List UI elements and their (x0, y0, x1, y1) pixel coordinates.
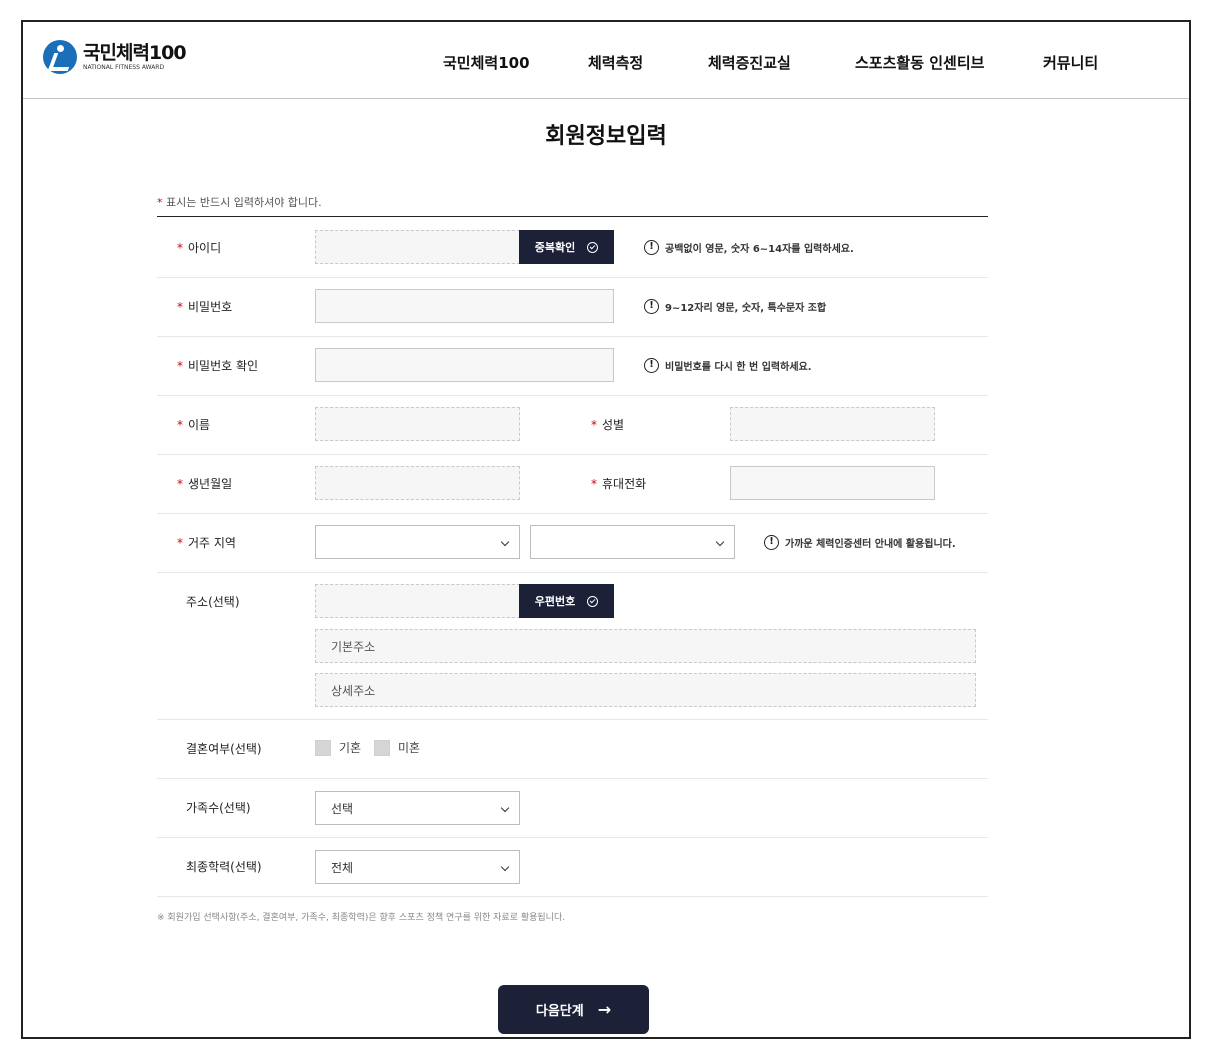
nav-item-class[interactable]: 체력증진교실 (708, 52, 791, 73)
check-circle-icon (587, 241, 599, 253)
row-divider (157, 336, 988, 337)
nav-item-incentive[interactable]: 스포츠활동 인센티브 (855, 52, 984, 73)
birth-input[interactable] (315, 466, 520, 500)
region-district-select[interactable] (530, 525, 735, 559)
phone-input[interactable] (730, 466, 935, 500)
region-hint: ! 가까운 체력인증센터 안내에 활용됩니다. (764, 535, 956, 550)
arrow-right-icon: → (597, 1000, 612, 1019)
id-input[interactable] (315, 230, 520, 264)
page-frame: 국민체력100 NATIONAL FITNESS AWARD 국민체력100 체… (21, 20, 1191, 1039)
logo-runner-icon (43, 40, 77, 74)
zipcode-input[interactable] (315, 584, 520, 618)
logo-text: 국민체력100 (83, 41, 187, 64)
password-confirm-label: * 비밀번호 확인 (177, 359, 259, 373)
base-address-input[interactable]: 기본주소 (315, 629, 976, 663)
region-city-select[interactable] (315, 525, 520, 559)
next-step-button[interactable]: 다음단계 → (498, 985, 649, 1034)
chevron-down-icon (715, 537, 725, 547)
page-title: 회원정보입력 (545, 124, 667, 149)
gender-label: * 성별 (591, 418, 625, 432)
address-label: 주소(선택) (186, 595, 240, 609)
form-top-border (157, 216, 988, 217)
required-note: * 표시는 반드시 입력하셔야 합니다. (157, 196, 322, 209)
row-divider (157, 395, 988, 396)
birth-label: * 생년월일 (177, 477, 233, 491)
alert-icon: ! (644, 240, 659, 255)
row-divider (157, 277, 988, 278)
id-hint: ! 공백없이 영문, 숫자 6~14자를 입력하세요. (644, 240, 854, 255)
row-divider (157, 454, 988, 455)
row-divider (157, 778, 988, 779)
nav-item-fitness100[interactable]: 국민체력100 (443, 52, 530, 73)
nav-item-measurement[interactable]: 체력측정 (588, 52, 643, 73)
detail-address-input[interactable]: 상세주소 (315, 673, 976, 707)
password-label: * 비밀번호 (177, 300, 233, 314)
alert-icon: ! (764, 535, 779, 550)
row-divider (157, 719, 988, 720)
nav-item-community[interactable]: 커뮤니티 (1043, 52, 1098, 73)
marriage-label: 결혼여부(선택) (186, 742, 262, 756)
row-divider (157, 572, 988, 573)
site-logo[interactable]: 국민체력100 NATIONAL FITNESS AWARD (43, 40, 187, 74)
family-select[interactable]: 선택 (315, 791, 520, 825)
gender-input[interactable] (730, 407, 935, 441)
zipcode-search-button[interactable]: 우편번호 (519, 584, 614, 618)
duplicate-check-button[interactable]: 중복확인 (519, 230, 614, 264)
id-label: * 아이디 (177, 241, 222, 255)
alert-icon: ! (644, 299, 659, 314)
education-select[interactable]: 전체 (315, 850, 520, 884)
password-confirm-input[interactable] (315, 348, 614, 382)
phone-label: * 휴대전화 (591, 477, 647, 491)
chevron-down-icon (500, 537, 510, 547)
password-confirm-hint: ! 비밀번호를 다시 한 번 입력하세요. (644, 358, 812, 373)
site-header: 국민체력100 NATIONAL FITNESS AWARD 국민체력100 체… (23, 22, 1189, 99)
chevron-down-icon (500, 803, 510, 813)
row-divider (157, 896, 988, 897)
checkbox[interactable] (374, 739, 390, 756)
name-input[interactable] (315, 407, 520, 441)
logo-subtext: NATIONAL FITNESS AWARD (83, 63, 165, 71)
name-label: * 이름 (177, 418, 211, 432)
family-label: 가족수(선택) (186, 801, 251, 815)
password-input[interactable] (315, 289, 614, 323)
row-divider (157, 837, 988, 838)
password-hint: ! 9~12자리 영문, 숫자, 특수문자 조합 (644, 299, 826, 314)
row-divider (157, 513, 988, 514)
marriage-option-married[interactable]: 기혼 (315, 739, 361, 756)
alert-icon: ! (644, 358, 659, 373)
education-label: 최종학력(선택) (186, 860, 262, 874)
chevron-down-icon (500, 862, 510, 872)
region-label: * 거주 지역 (177, 536, 236, 550)
check-circle-icon (587, 595, 599, 607)
optional-fields-note: ※ 회원가입 선택사항(주소, 결혼여부, 가족수, 최종학력)은 향후 스포츠… (157, 913, 566, 923)
checkbox[interactable] (315, 739, 331, 756)
marriage-option-single[interactable]: 미혼 (374, 739, 420, 756)
